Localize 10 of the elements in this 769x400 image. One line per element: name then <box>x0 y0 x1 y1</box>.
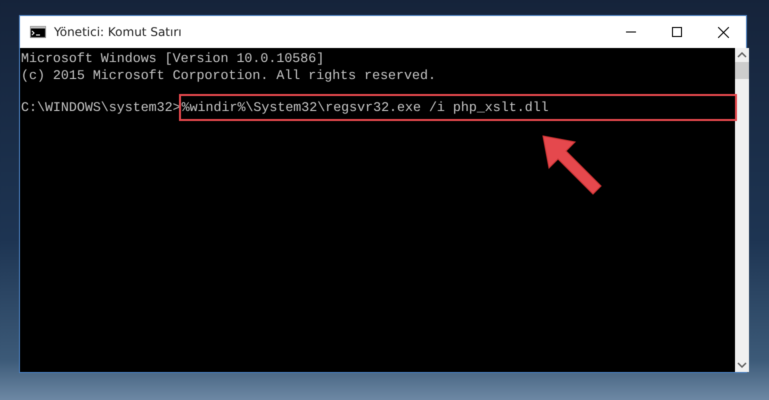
maximize-icon[interactable] <box>672 27 682 37</box>
scrollbar[interactable] <box>734 48 749 372</box>
console-line: (c) 2015 Microsoft Corporotion. All rights reserved. <box>21 67 437 84</box>
console-line: Microsoft Windows [Version 10.0.10586] <box>21 50 326 67</box>
close-icon[interactable] <box>718 26 728 38</box>
command-prompt: C:\WINDOWS\system32> <box>21 99 181 116</box>
window-title: Yönetici: Komut Satırı <box>54 24 182 41</box>
scroll-thumb[interactable] <box>734 62 749 79</box>
command-text: %windir%\System32\regsvr32.exe /i php_xslt.dll <box>180 96 735 119</box>
console-icon <box>30 26 46 38</box>
